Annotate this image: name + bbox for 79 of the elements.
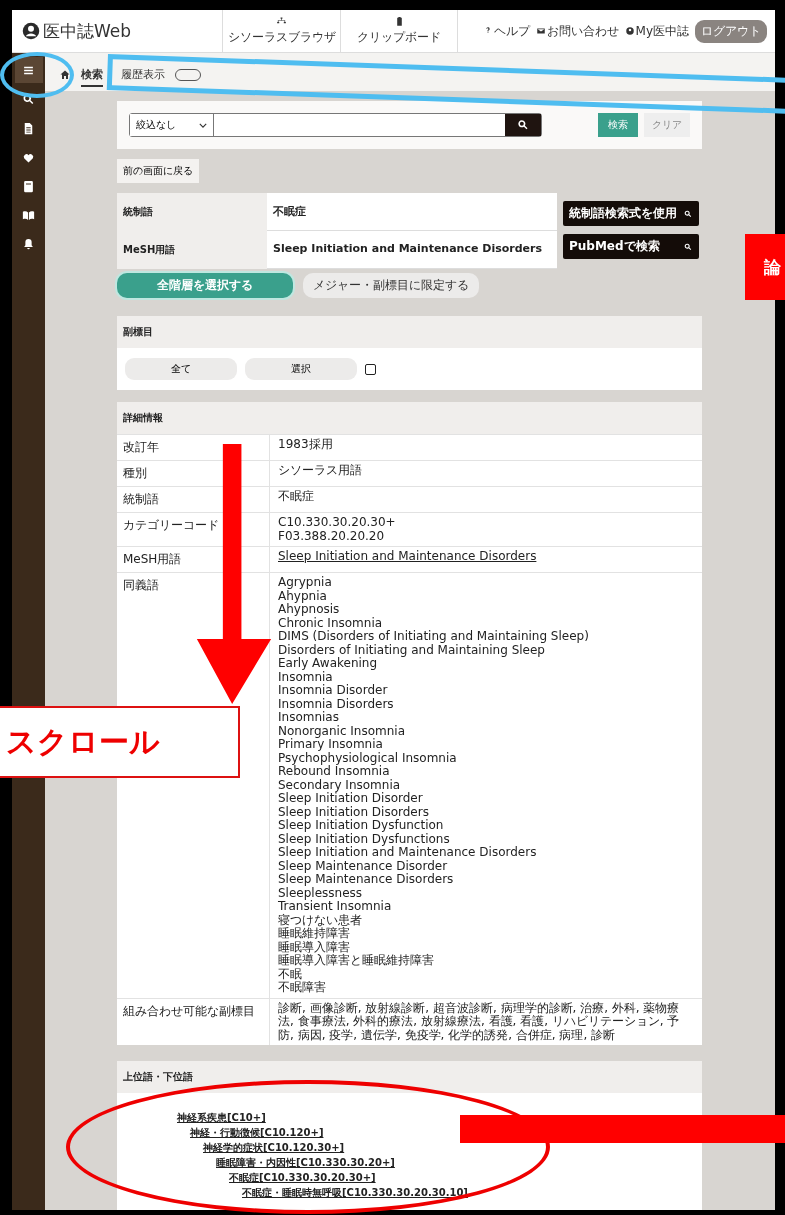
detail-value: Sleep Initiation Disorders [278,805,430,819]
term-value: 不眠症 [267,193,557,231]
detail-value: Insomnia Disorders [278,697,395,711]
detail-value: Ahypnosis [278,603,341,617]
logout-button[interactable]: ログアウト [695,19,767,43]
detail-value: Sleep Initiation and Maintenance Disorders [278,846,538,860]
detail-value: Ahypnia [278,589,327,603]
detail-value: Insomnia Disorder [278,684,389,698]
subheading-header: 副標目 [117,316,702,348]
person-circle-logo-icon [22,22,40,40]
detail-value: DIMS (Disorders of Initiating and Maintaining Sleep) [278,630,589,644]
envelope-icon [535,26,546,36]
subheading-button[interactable]: 選択 [245,358,357,380]
detail-value: Sleeplessness [278,886,364,900]
tab[interactable]: 検索 [81,63,103,87]
tree-link[interactable]: 睡眠障害・内因性[C10.330.30.20+] [216,1156,395,1170]
header-link[interactable]: お問い合わせ [535,22,619,40]
tree-link[interactable]: 不眠症・睡眠時無呼吸[C10.330.30.20.30.10] [242,1186,468,1200]
detail-value: Psychophysiological Insomnia [278,751,458,765]
header-tool-button[interactable]: シソーラスブラウザ [222,10,340,52]
sidebar-item[interactable] [14,57,43,83]
callout-tag: 論 [745,234,785,300]
tree-link[interactable]: 不眠症[C10.330.30.20.30+] [229,1171,376,1185]
tab[interactable]: 履歴表示 [121,63,165,87]
detail-value: Transient Insomnia [278,900,393,914]
detail-value: C10.330.30.20.30+ [278,516,396,530]
detail-value: Sleep Initiation Dysfunction [278,819,445,833]
house-icon [59,69,71,81]
detail-value: Disorders of Initiating and Maintaining Sleep [278,643,545,657]
detail-value: Sleep Maintenance Disorder [278,859,449,873]
detail-label: 組み合わせ可能な副標目 [117,998,270,1045]
term-label: MeSH用語 [117,231,267,269]
user-icon [624,26,635,36]
detail-value: Insomnias [278,711,340,725]
detail-value: Chronic Insomnia [278,616,384,630]
detail-value: Early Awakening [278,657,378,671]
detail-value: Agrypnia [278,576,333,590]
site-logo[interactable]: 医中誌Web [43,19,132,43]
detail-value: Nonorganic Insomnia [278,724,407,738]
detail-value: Primary Insomnia [278,738,384,752]
detail-value: 寝つけない患者 [278,913,363,927]
back-button[interactable]: 前の画面に戻る [117,159,199,183]
tree-link[interactable]: 神経系疾患[C10+] [177,1111,266,1125]
detail-value: シソーラス用語 [278,464,362,478]
detail-value: 1983採用 [278,438,333,452]
term-search-button[interactable]: 統制語検索式を使用 [563,201,699,226]
hierarchy-header: 上位語・下位語 [117,1061,702,1093]
detail-value: Rebound Insomnia [278,765,390,779]
detail-value: 睡眠導入障害 [278,940,351,954]
scroll-callout: スクロール [0,706,240,778]
detail-value: 診断, 画像診断, 放射線診断, 超音波診断, 病理学的診断, 治療, 外科, 薬物療法, 食事療法, 外科的療法, 放射線療法, 看護, 看護, リハビリテーション, 予防, 病因, 疫学, 遺伝学, 免疫学, 化学的誘発, 合併症, 病理, 診断 [278,1001,681,1042]
option-button[interactable]: メジャー・副標目に限定する [303,273,479,298]
detail-value: 睡眠維持障害 [278,927,350,941]
header-tool-button[interactable]: クリップボード [340,10,458,52]
detail-value: 不眠症 [278,490,314,504]
subheading-button[interactable]: 全て [125,358,237,380]
detail-value: Sleep Maintenance Disorders [278,873,455,887]
detail-value: Insomnia [278,670,333,684]
detail-value: Sleep Initiation Disorder [278,792,424,806]
header-link[interactable]: My医中誌 [624,22,689,40]
note-icon [21,178,36,194]
detail-value: 不眠 [278,967,303,981]
tree-link[interactable]: 神経・行動徴候[C10.120+] [190,1126,324,1140]
detail-value: Secondary Insomnia [278,778,402,792]
search-icon [683,241,693,252]
detail-value: F03.388.20.20.20 [278,529,386,543]
bell-icon [21,236,36,252]
term-value: Sleep Initiation and Maintenance Disorders [267,231,557,269]
detail-value: 睡眠導入障害と睡眠維持障害 [278,954,435,968]
detail-value: Sleep Initiation Dysfunctions [278,832,451,846]
checkbox[interactable] [365,363,376,375]
tree-link[interactable]: 神経学的症状[C10.120.30+] [203,1141,345,1155]
header-link[interactable]: ヘルプ [482,22,530,40]
search-icon [683,208,693,219]
mesh-link[interactable]: Sleep Initiation and Maintenance Disorders [278,550,537,564]
details-header: 詳細情報 [117,402,702,434]
term-label: 統制語 [117,193,267,231]
term-search-button[interactable]: PubMedで検索 [563,234,699,259]
detail-value: 不眠障害 [278,981,327,995]
